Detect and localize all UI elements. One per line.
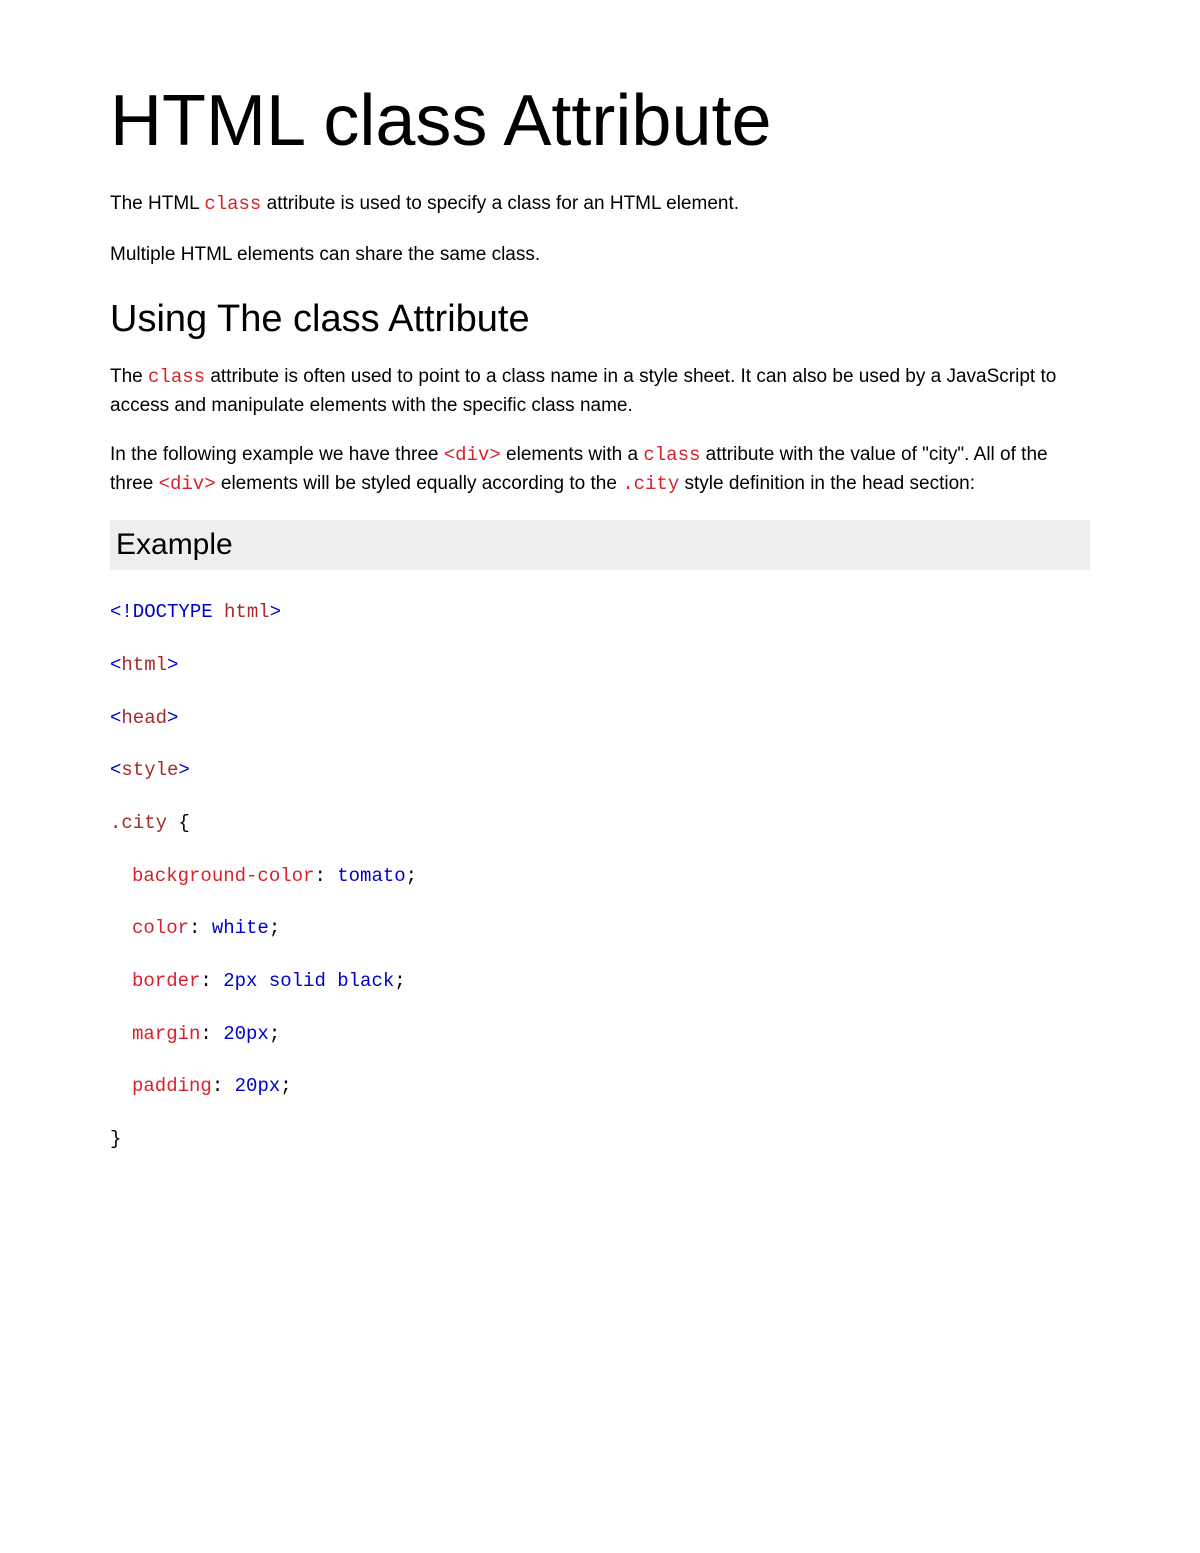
tok: 2px solid black bbox=[212, 970, 394, 992]
code-line: } bbox=[110, 1127, 1090, 1152]
text: elements with a bbox=[501, 444, 644, 465]
code-line: <html> bbox=[110, 653, 1090, 678]
tok: > bbox=[270, 601, 281, 623]
code-line: padding: 20px; bbox=[110, 1074, 1090, 1099]
intro-paragraph-2: Multiple HTML elements can share the sam… bbox=[110, 241, 1090, 269]
tok: : bbox=[189, 917, 200, 939]
tok: ; bbox=[269, 1023, 280, 1045]
tok: style bbox=[121, 759, 178, 781]
tok: white bbox=[200, 917, 268, 939]
code-line: border: 2px solid black; bbox=[110, 969, 1090, 994]
tok: : bbox=[200, 1023, 211, 1045]
tok: : bbox=[314, 865, 325, 887]
tok: > bbox=[167, 707, 178, 729]
tok: { bbox=[178, 812, 189, 834]
code-line: <!DOCTYPE html> bbox=[110, 600, 1090, 625]
tok: 20px bbox=[223, 1075, 280, 1097]
code-line: margin: 20px; bbox=[110, 1022, 1090, 1047]
code-line: <style> bbox=[110, 758, 1090, 783]
tok: html bbox=[121, 654, 167, 676]
tok: > bbox=[167, 654, 178, 676]
code-line: color: white; bbox=[110, 916, 1090, 941]
code-line: .city { bbox=[110, 811, 1090, 836]
section-heading: Using The class Attribute bbox=[110, 298, 1090, 341]
intro-paragraph-1: The HTML class attribute is used to spec… bbox=[110, 190, 1090, 219]
tok: background-color bbox=[132, 865, 314, 887]
tok: < bbox=[110, 654, 121, 676]
example-heading-bar: Example bbox=[110, 520, 1090, 570]
text: style definition in the head section: bbox=[679, 473, 975, 494]
tok: < bbox=[110, 759, 121, 781]
section-paragraph-1: The class attribute is often used to poi… bbox=[110, 363, 1090, 419]
tok: } bbox=[110, 1128, 121, 1150]
text: attribute is often used to point to a cl… bbox=[110, 366, 1056, 416]
tok: color bbox=[132, 917, 189, 939]
section-paragraph-2: In the following example we have three <… bbox=[110, 441, 1090, 498]
text: The HTML bbox=[110, 193, 204, 214]
code-inline-class: class bbox=[643, 444, 700, 466]
code-inline-class: class bbox=[148, 366, 205, 388]
code-line: <head> bbox=[110, 706, 1090, 731]
tok: tomato bbox=[326, 865, 406, 887]
tok: ; bbox=[394, 970, 405, 992]
text: In the following example we have three bbox=[110, 444, 444, 465]
text: The bbox=[110, 366, 148, 387]
tok: ; bbox=[269, 917, 280, 939]
tok: .city bbox=[110, 812, 178, 834]
text: elements will be styled equally accordin… bbox=[216, 473, 623, 494]
tok: margin bbox=[132, 1023, 200, 1045]
tok: html bbox=[213, 601, 270, 623]
tok: ; bbox=[280, 1075, 291, 1097]
tok: > bbox=[178, 759, 189, 781]
code-inline-div: <div> bbox=[159, 473, 216, 495]
example-label: Example bbox=[116, 528, 233, 561]
page-title: HTML class Attribute bbox=[110, 80, 1090, 162]
tok: ; bbox=[406, 865, 417, 887]
tok: <!DOCTYPE bbox=[110, 601, 213, 623]
tok: : bbox=[200, 970, 211, 992]
tok: padding bbox=[132, 1075, 212, 1097]
tok: head bbox=[121, 707, 167, 729]
tok: < bbox=[110, 707, 121, 729]
tok: border bbox=[132, 970, 200, 992]
tok: : bbox=[212, 1075, 223, 1097]
code-inline-class: class bbox=[204, 193, 261, 215]
code-example: <!DOCTYPE html> <html> <head> <style> .c… bbox=[110, 600, 1090, 1152]
code-inline-city: .city bbox=[622, 473, 679, 495]
code-inline-div: <div> bbox=[444, 444, 501, 466]
document-page: HTML class Attribute The HTML class attr… bbox=[0, 0, 1200, 1553]
tok: 20px bbox=[212, 1023, 269, 1045]
code-line: background-color: tomato; bbox=[110, 864, 1090, 889]
text: attribute is used to specify a class for… bbox=[261, 193, 739, 214]
